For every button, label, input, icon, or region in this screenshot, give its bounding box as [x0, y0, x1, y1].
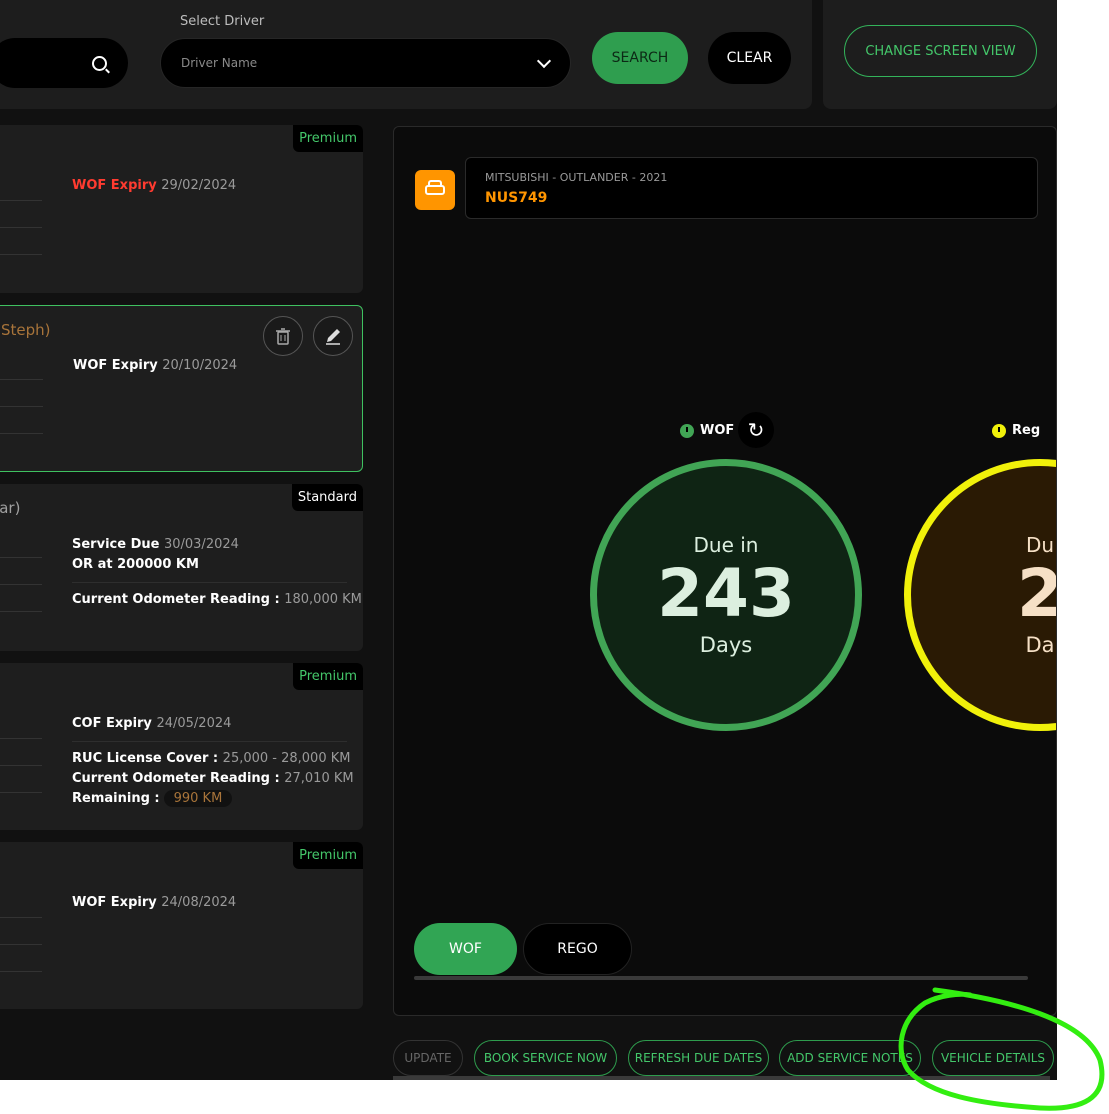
refresh-icon[interactable]: ↻	[738, 412, 774, 448]
expiry-date: 24/08/2024	[161, 895, 237, 910]
trash-icon	[276, 328, 290, 345]
vehicle-title: Steph)	[1, 321, 51, 339]
tab-wof[interactable]: WOF	[414, 923, 517, 975]
tier-badge: Premium	[293, 842, 363, 869]
refresh-due-dates-button[interactable]: REFRESH DUE DATES	[628, 1040, 769, 1076]
gauge-due-text: Due in	[693, 533, 759, 557]
vehicle-details-button[interactable]: VEHICLE DETAILS	[932, 1040, 1054, 1076]
search-input[interactable]	[0, 38, 128, 88]
book-service-button[interactable]: BOOK SERVICE NOW	[474, 1040, 617, 1076]
service-due-label: Service Due 30/03/2024	[72, 537, 239, 552]
car-icon	[415, 170, 455, 210]
clock-icon	[680, 423, 694, 438]
gauge-days-count: 2	[1017, 561, 1056, 627]
vehicle-plate: NUS749	[485, 190, 548, 206]
vehicle-card-selected[interactable]: Steph) WOF Expiry 20/10/2024	[0, 305, 363, 472]
vehicle-title: ear)	[0, 499, 21, 517]
expiry-label: COF Expiry 24/05/2024	[72, 716, 232, 731]
app-window: Select Driver Driver Name SEARCH CLEAR C…	[0, 0, 1083, 1080]
driver-select[interactable]: Driver Name	[160, 38, 571, 88]
wof-due-gauge: Due in 243 Days	[590, 459, 862, 731]
expiry-label: WOF Expiry 29/02/2024	[72, 178, 237, 193]
odometer-label: Current Odometer Reading : 180,000 KM	[72, 592, 362, 607]
update-button[interactable]: UPDATE	[393, 1040, 463, 1076]
odometer-value: 27,010 KM	[284, 771, 354, 786]
chevron-down-icon	[536, 53, 552, 69]
odometer-label: Current Odometer Reading : 27,010 KM	[72, 771, 354, 786]
driver-select-placeholder: Driver Name	[181, 56, 258, 70]
expiry-date: 24/05/2024	[156, 716, 232, 731]
vehicle-model: MITSUBISHI - OUTLANDER - 2021	[485, 171, 668, 184]
remaining-value: 990 KM	[163, 790, 233, 807]
rego-due-gauge: Du 2 Da	[904, 459, 1056, 731]
bottom-scrollbar[interactable]	[393, 1076, 1050, 1080]
wof-gauge-label: WOF	[680, 423, 734, 438]
remaining-label: Remaining :990 KM	[72, 790, 233, 807]
service-due-date: 30/03/2024	[163, 537, 239, 552]
gauge-days-count: 243	[657, 555, 795, 632]
gauge-due-text: Du	[1025, 533, 1055, 557]
expiry-date: 29/02/2024	[161, 178, 237, 193]
search-button[interactable]: SEARCH	[592, 32, 688, 84]
vehicle-card[interactable]: Premium COF Expiry 24/05/2024 RUC Licens…	[0, 663, 363, 830]
tier-badge: Premium	[293, 663, 363, 690]
vehicle-detail-panel: MITSUBISHI - OUTLANDER - 2021 NUS749 WOF…	[393, 126, 1057, 1016]
ruc-label: RUC License Cover : 25,000 - 28,000 KM	[72, 751, 351, 766]
rego-gauge-label: Reg	[992, 423, 1040, 438]
expiry-label: WOF Expiry 20/10/2024	[73, 358, 238, 373]
vehicle-card[interactable]: Standard ear) Service Due 30/03/2024 OR …	[0, 484, 363, 651]
page-margin	[1057, 0, 1083, 1080]
expiry-label: WOF Expiry 24/08/2024	[72, 895, 237, 910]
driver-select-label: Select Driver	[180, 14, 265, 29]
tab-rego[interactable]: REGO	[523, 923, 632, 975]
tier-badge: Standard	[291, 484, 363, 511]
vehicle-card[interactable]: Premium WOF Expiry 24/08/2024	[0, 842, 363, 1009]
clear-button[interactable]: CLEAR	[708, 32, 791, 84]
add-service-notes-button[interactable]: ADD SERVICE NOTES	[779, 1040, 921, 1076]
pencil-icon	[326, 329, 340, 345]
gauge-days-label: Days	[699, 633, 753, 657]
tier-badge: Premium	[293, 125, 363, 152]
search-icon[interactable]	[92, 56, 107, 71]
ruc-value: 25,000 - 28,000 KM	[222, 751, 351, 766]
expiry-date: 20/10/2024	[162, 358, 238, 373]
odometer-value: 180,000 KM	[284, 592, 362, 607]
horizontal-scrollbar[interactable]	[414, 976, 1028, 980]
delete-button[interactable]	[263, 316, 303, 356]
edit-button[interactable]	[313, 316, 353, 356]
service-due-km: OR at 200000 KM	[72, 557, 199, 572]
vehicle-info: MITSUBISHI - OUTLANDER - 2021 NUS749	[465, 157, 1038, 219]
gauge-days-label: Da	[1025, 633, 1055, 657]
clock-icon	[992, 423, 1006, 438]
change-screen-view-button[interactable]: CHANGE SCREEN VIEW	[844, 25, 1037, 77]
vehicle-card[interactable]: Premium WOF Expiry 29/02/2024	[0, 125, 363, 293]
